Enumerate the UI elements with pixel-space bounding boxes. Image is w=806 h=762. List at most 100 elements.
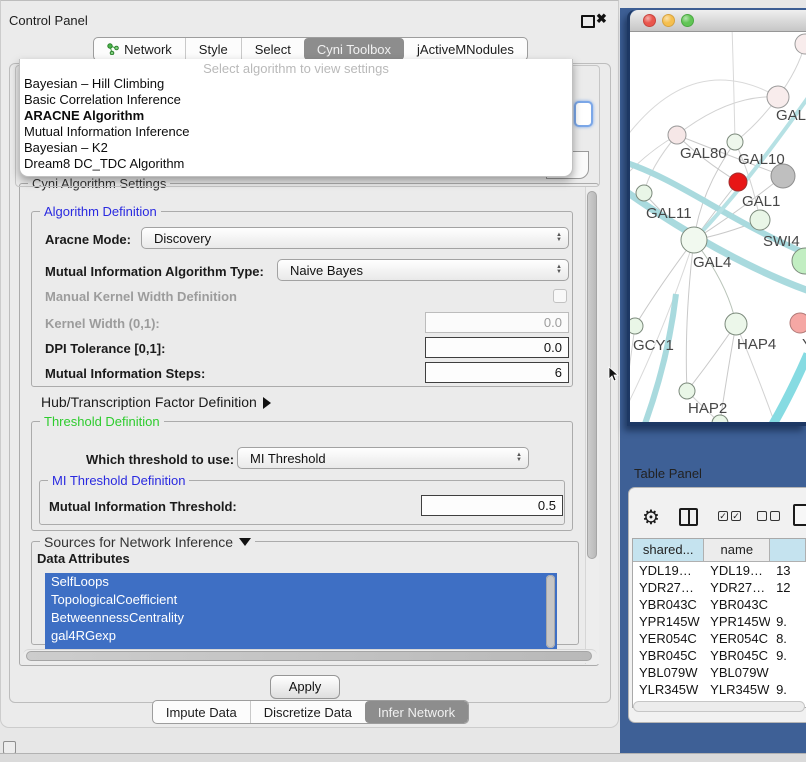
table-cell: 12 [770, 579, 806, 596]
network-node[interactable] [725, 313, 747, 335]
table-row[interactable]: YPR145WYPR145W9. [633, 613, 806, 630]
collapsed-arrow-icon [263, 397, 271, 409]
tab-style[interactable]: Style [185, 38, 241, 60]
table-row[interactable]: YLR345WYLR345W9. [633, 681, 806, 698]
network-canvas[interactable]: GALGAL80GAL10GAL1GAL11SWI4GAL4GCY1HAP4YH… [630, 32, 806, 422]
algorithm-option[interactable]: ARACNE Algorithm [20, 108, 572, 124]
network-node[interactable] [795, 34, 806, 54]
close-light[interactable] [643, 14, 656, 27]
tab-bar: Network Style Select Cyni ToolboxjActiveMNo… [1, 37, 620, 61]
mi-threshold-group-title: MI Threshold Definition [48, 473, 189, 488]
attributes-scrollbar[interactable] [546, 575, 555, 648]
table-cell: 9. [770, 647, 806, 664]
table-cell: YDR27… [633, 579, 704, 596]
network-node[interactable] [767, 86, 789, 108]
mi-threshold-field[interactable]: 0.5 [421, 495, 563, 516]
select-all-icon[interactable]: ✓✓ [718, 511, 741, 521]
attribute-item[interactable]: BetweennessCentrality [45, 609, 557, 627]
settings-hscroll-thumb[interactable] [26, 651, 592, 661]
bottom-tab-impute-data[interactable]: Impute Data [153, 701, 250, 723]
hub-definition-toggle[interactable]: Hub/Transcription Factor Definition [41, 394, 271, 410]
settings-hscrollbar[interactable] [23, 649, 597, 663]
network-node[interactable] [750, 210, 770, 230]
table-row[interactable]: YER054CYER054C8. [633, 630, 806, 647]
attribute-item[interactable]: TopologicalCoefficient [45, 591, 557, 609]
network-node[interactable] [630, 318, 643, 334]
column-header[interactable]: shared... [633, 539, 704, 561]
settings-vscrollbar[interactable] [585, 186, 599, 664]
node-label: HAP4 [737, 336, 776, 353]
algorithm-option[interactable]: Mutual Information Inference [20, 124, 572, 140]
table-cell: YDR27… [704, 579, 770, 596]
minimize-light[interactable] [662, 14, 675, 27]
apply-button[interactable]: Apply [270, 675, 340, 699]
aracne-mode-combo[interactable]: Discovery ▲▼ [141, 227, 569, 249]
tab-jactivemnodules[interactable]: jActiveMNodules [404, 38, 527, 60]
network-node[interactable] [729, 173, 747, 191]
spinner-icon: ▲▼ [550, 265, 568, 275]
table-cell: YER054C [704, 630, 770, 647]
mi-algorithm-type-combo[interactable]: Naive Bayes ▲▼ [277, 259, 569, 281]
column-header[interactable] [770, 539, 806, 561]
table-row[interactable]: YBL079WYBL079W [633, 664, 806, 681]
network-window-titlebar[interactable] [630, 10, 806, 32]
table-hscrollbar[interactable] [633, 701, 805, 712]
attribute-item[interactable]: SelfLoops [45, 573, 557, 591]
table-row[interactable]: YBR045CYBR045C9. [633, 647, 806, 664]
bottom-tab-discretize-data[interactable]: Discretize Data [250, 701, 365, 723]
algorithm-option[interactable]: Basic Correlation Inference [20, 92, 572, 108]
manual-kernel-checkbox[interactable] [553, 289, 567, 303]
algorithm-option[interactable]: Bayesian – K2 [20, 140, 572, 156]
node-label: GAL10 [738, 151, 785, 168]
mi-type-label: Mutual Information Algorithm Type: [45, 264, 264, 279]
settings-vscroll-thumb[interactable] [587, 191, 597, 559]
network-node[interactable] [792, 248, 806, 274]
network-edge [687, 324, 736, 391]
network-node[interactable] [636, 185, 652, 201]
bottom-tab-infer-network[interactable]: Infer Network [365, 701, 468, 723]
table-cell: YDL19… [704, 562, 770, 579]
float-window-icon[interactable] [581, 15, 595, 28]
network-icon [107, 43, 119, 55]
columns-icon[interactable] [679, 508, 698, 526]
tab-label: Style [199, 42, 228, 57]
column-header[interactable]: name [704, 539, 770, 561]
network-node[interactable] [668, 126, 686, 144]
document-icon[interactable] [793, 504, 806, 526]
network-node[interactable] [679, 383, 695, 399]
tab-label: Select [255, 42, 291, 57]
table-cell: YBL079W [704, 664, 770, 681]
zoom-light[interactable] [681, 14, 694, 27]
table-row[interactable]: YDL19…YDL19…13 [633, 562, 806, 579]
network-node[interactable] [727, 134, 743, 150]
which-threshold-combo[interactable]: MI Threshold ▲▼ [237, 447, 529, 469]
kernel-width-field[interactable]: 0.0 [425, 312, 569, 333]
bottom-tab-bar: Impute DataDiscretize DataInfer Network [1, 700, 620, 724]
mi-steps-field[interactable]: 6 [425, 362, 569, 383]
node-label: GAL80 [680, 145, 727, 162]
table-cell: YLR345W [704, 681, 770, 698]
deselect-all-icon[interactable] [757, 511, 780, 521]
spinner-icon: ▲▼ [510, 453, 528, 463]
algorithm-option[interactable]: Bayesian – Hill Climbing [20, 76, 572, 92]
table-cell: 9. [770, 681, 806, 698]
dpi-tolerance-field[interactable]: 0.0 [425, 337, 569, 358]
network-node[interactable] [790, 313, 806, 333]
table-cell: YBR043C [633, 596, 704, 613]
table-cell: YPR145W [633, 613, 704, 630]
expanded-arrow-icon [239, 538, 251, 546]
close-icon[interactable]: ✖ [596, 11, 607, 27]
tab-cyni-toolbox[interactable]: Cyni Toolbox [304, 38, 404, 60]
aracne-mode-label: Aracne Mode: [45, 232, 131, 247]
attribute-item[interactable]: gal4RGexp [45, 627, 557, 645]
node-label: GAL [776, 107, 806, 124]
table-row[interactable]: YBR043CYBR043C [633, 596, 806, 613]
algorithm-option[interactable]: Dream8 DC_TDC Algorithm [20, 156, 572, 172]
tab-network[interactable]: Network [94, 38, 185, 60]
node-label: Y [802, 336, 806, 353]
table-row[interactable]: YDR27…YDR27…12 [633, 579, 806, 596]
sources-group-title[interactable]: Sources for Network Inference [40, 534, 255, 550]
gear-icon[interactable]: ⚙ [642, 505, 660, 530]
tab-select[interactable]: Select [241, 38, 304, 60]
network-node[interactable] [681, 227, 707, 253]
